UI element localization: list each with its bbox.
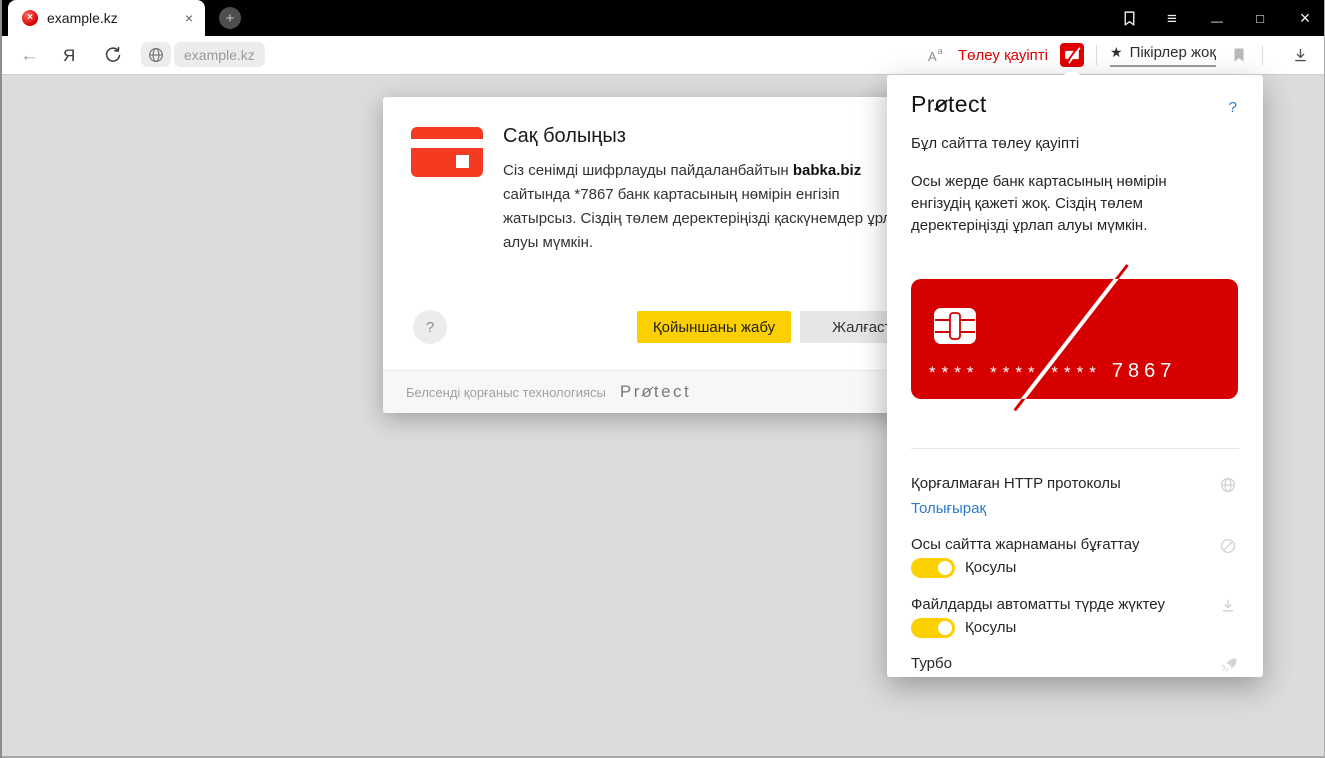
globe-icon xyxy=(1220,477,1236,498)
window-maximize-button[interactable]: □ xyxy=(1248,0,1272,36)
turbo-label: Турбо xyxy=(911,655,952,672)
star-icon: ★ xyxy=(1110,43,1123,60)
reviews-label: Пікірлер жоқ xyxy=(1129,43,1216,61)
translate-icon[interactable]: Aа xyxy=(928,36,943,74)
toolbar-divider xyxy=(1096,45,1097,65)
bookmark-icon[interactable] xyxy=(1231,36,1247,74)
auto-download-label: Файлдарды автоматты түрде жүктеу xyxy=(911,596,1165,613)
ad-block-label: Осы сайтта жарнаманы бұғаттау xyxy=(911,536,1140,553)
panel-caret xyxy=(1063,68,1081,76)
ad-block-toggle[interactable] xyxy=(911,558,955,578)
toolbar: ← Я example.kz Aа Төлеу қауіпті ★ Пікірле… xyxy=(0,36,1325,75)
panel-help-button[interactable]: ? xyxy=(1229,99,1237,116)
toggle-knob xyxy=(938,621,952,635)
ad-block-state: Қосулы xyxy=(965,559,1017,576)
close-tab-button[interactable]: Қойыншаны жабу xyxy=(637,311,791,343)
reviews-button[interactable]: ★ Пікірлер жоқ xyxy=(1110,36,1216,74)
back-button[interactable]: ← xyxy=(20,36,39,74)
new-tab-button[interactable]: + xyxy=(219,7,241,29)
more-details-link[interactable]: Толығырақ xyxy=(911,500,986,517)
reload-button[interactable] xyxy=(104,36,122,74)
panel-divider xyxy=(911,448,1239,449)
blocked-icon xyxy=(1220,538,1236,559)
protect-panel: Protect ? Бұл сайтта төлеу қауіпті Осы ж… xyxy=(887,68,1263,678)
card-number: **** **** **** 7867 xyxy=(929,360,1177,382)
browser-tab[interactable]: × example.kz × xyxy=(8,0,205,36)
downloads-icon[interactable] xyxy=(1292,36,1309,74)
url-text: example.kz xyxy=(184,46,255,63)
window-close-button[interactable]: × xyxy=(1293,0,1317,36)
titlebar: × example.kz × + ≡ — □ × xyxy=(0,0,1325,36)
tab-close-icon[interactable]: × xyxy=(185,11,193,25)
error-favicon-icon: × xyxy=(22,10,38,26)
panel-status-text: Бұл сайтта төлеу қауіпті xyxy=(911,135,1080,152)
sidebar-panel-icon[interactable] xyxy=(1117,0,1141,36)
menu-hamburger-icon[interactable]: ≡ xyxy=(1160,0,1184,36)
panel-description: Осы жерде банк картасының нөмірін енгізу… xyxy=(911,173,1167,234)
payment-warning-dialog: Сақ болыңыз Сіз сенімді шифрлауды пайдал… xyxy=(383,97,950,413)
yandex-home-button[interactable]: Я xyxy=(63,36,75,74)
toolbar-divider xyxy=(1262,45,1263,65)
page-background: Сақ болыңыз Сіз сенімді шифрлауды пайдал… xyxy=(0,68,1325,758)
rocket-icon xyxy=(1220,656,1237,678)
crossed-bank-card: **** **** **** 7867 xyxy=(911,264,1238,412)
address-bar[interactable]: example.kz xyxy=(174,42,265,67)
window-minimize-button[interactable]: — xyxy=(1205,0,1229,36)
site-globe-icon[interactable] xyxy=(141,42,171,67)
payment-warning-label: Төлеу қауіпті xyxy=(958,46,1048,64)
auto-download-toggle[interactable] xyxy=(911,618,955,638)
dialog-title: Сақ болыңыз xyxy=(503,125,626,147)
dialog-help-button[interactable]: ? xyxy=(413,310,447,344)
card-chip-icon xyxy=(933,307,977,350)
http-protocol-label: Қорғалмаған HTTP протоколы xyxy=(911,475,1121,492)
auto-download-state: Қосулы xyxy=(965,619,1017,636)
protect-warning-badge-icon[interactable] xyxy=(1060,43,1084,67)
download-icon xyxy=(1220,598,1236,619)
bank-card-icon xyxy=(411,127,483,177)
site-name: babka.biz xyxy=(792,162,862,179)
bank-card-graphic: **** **** **** 7867 xyxy=(911,279,1238,399)
dialog-footer: Белсенді қорғаныс технологиясы Protect xyxy=(383,370,943,413)
toggle-knob xyxy=(938,561,952,575)
protect-panel-title: Protect xyxy=(911,91,987,117)
tab-title: example.kz xyxy=(47,10,118,26)
protect-logo: Protect xyxy=(619,382,692,401)
dialog-body: Сіз сенімді шифрлауды пайдаланбайтын bab… xyxy=(503,162,908,251)
protect-tagline: Белсенді қорғаныс технологиясы xyxy=(406,384,606,400)
